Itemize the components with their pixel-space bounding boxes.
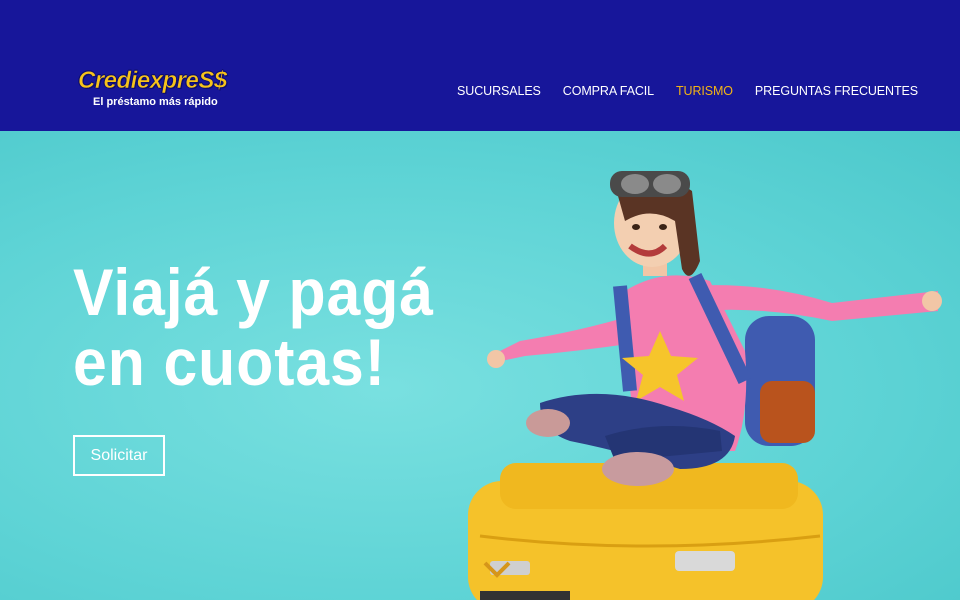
brand-logo[interactable]: CrediexpreS$ El préstamo más rápido bbox=[78, 67, 228, 112]
brand-logo-wordmark: CrediexpreS$ bbox=[78, 67, 228, 94]
hero-photo-girl-suitcase bbox=[468, 171, 942, 600]
hero-headline: Viajá y pagá en cuotas! bbox=[73, 257, 459, 397]
hero-banner: Viajá y pagá en cuotas! Solicitar bbox=[0, 131, 960, 600]
nav-item-preguntas-frecuentes[interactable]: PREGUNTAS FRECUENTES bbox=[755, 84, 918, 98]
brand-tagline: El préstamo más rápido bbox=[93, 96, 218, 108]
girl-illustration bbox=[487, 171, 942, 486]
site-header: CrediexpreS$ El préstamo más rápido SUCU… bbox=[0, 0, 960, 131]
main-nav: SUCURSALES COMPRA FACIL TURISMO PREGUNTA… bbox=[457, 84, 918, 98]
nav-item-turismo[interactable]: TURISMO bbox=[676, 84, 733, 98]
solicitar-button[interactable]: Solicitar bbox=[73, 435, 165, 476]
backpack-illustration bbox=[745, 316, 815, 446]
nav-item-compra-facil[interactable]: COMPRA FACIL bbox=[563, 84, 654, 98]
hero-headline-line-1: Viajá y pagá bbox=[73, 255, 434, 329]
nav-item-sucursales[interactable]: SUCURSALES bbox=[457, 84, 541, 98]
hero-headline-line-2: en cuotas! bbox=[73, 325, 386, 399]
